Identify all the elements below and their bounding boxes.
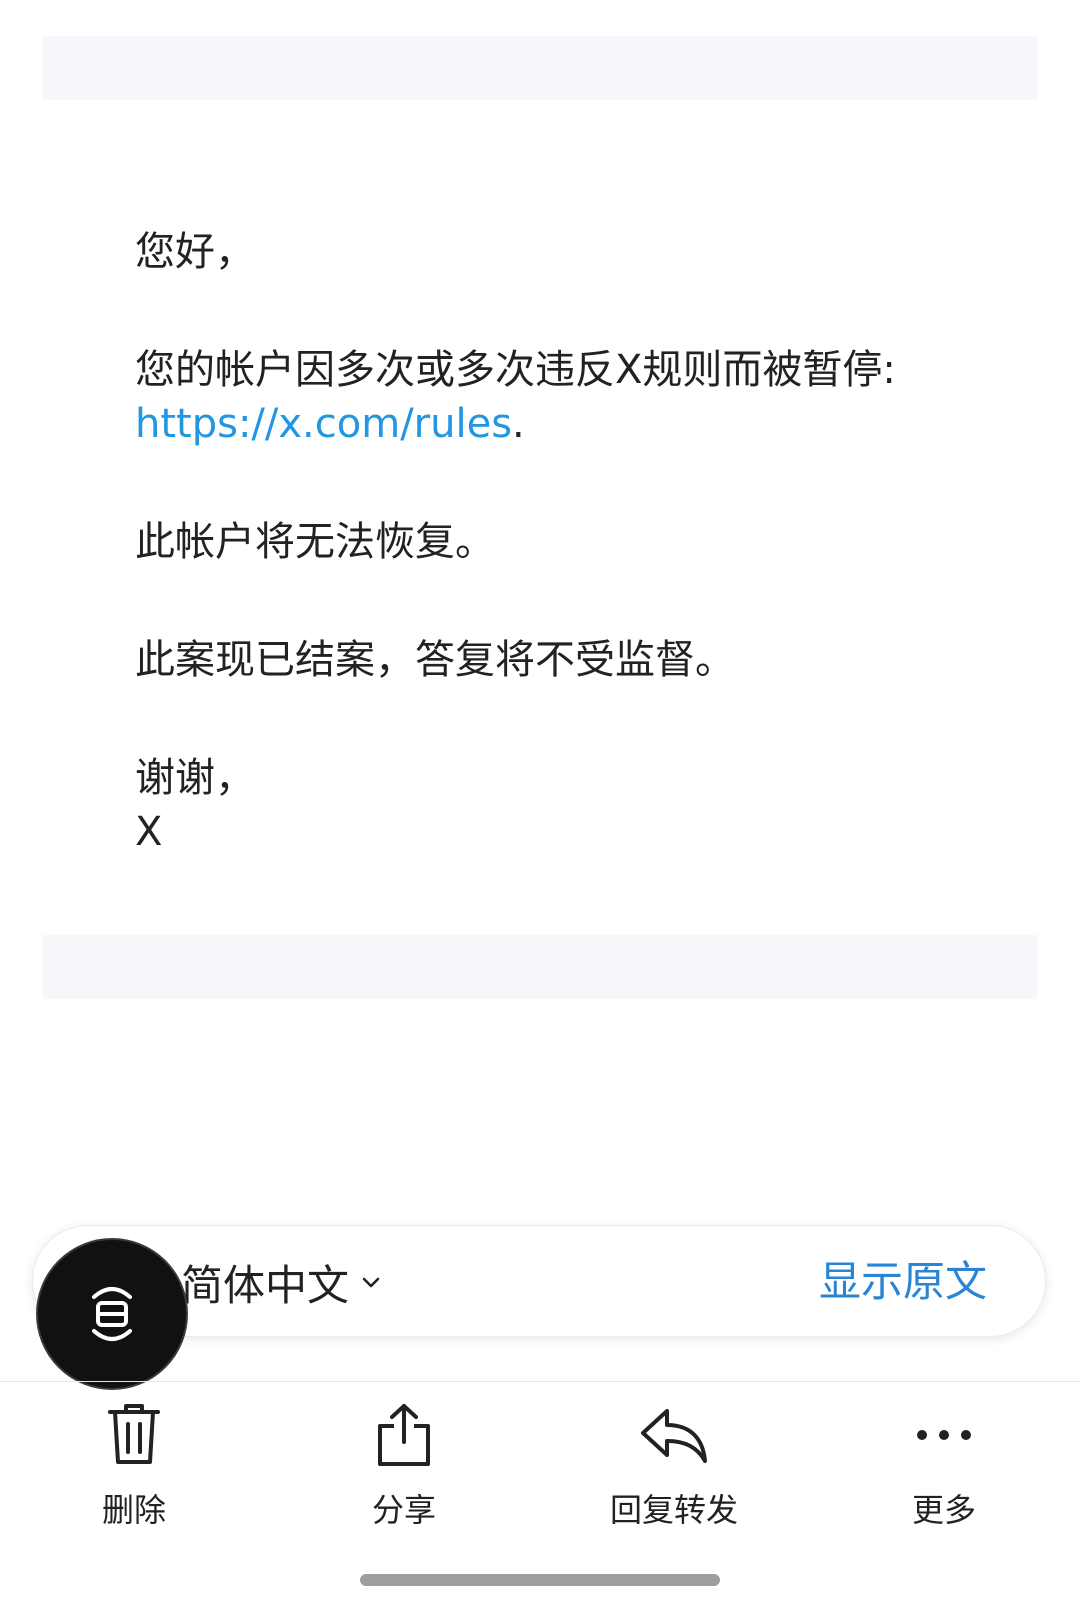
email-greeting: 您好， [135,229,255,275]
email-signoff: 谢谢， X [135,751,1005,859]
reply-icon [641,1409,707,1463]
email-notice: 您的帐户因多次或多次违反X规则而被暂停: https://x.com/rules… [135,343,1005,451]
delete-label: 删除 [101,1491,166,1529]
chevron-down-icon [362,1277,380,1288]
link-suffix: . [512,401,525,447]
more-label: 更多 [911,1491,976,1529]
notice-text: 您的帐户因多次或多次违反X规则而被暂停: [135,347,896,393]
language-label: 简体中文 [181,1260,350,1310]
footer-band [43,935,1037,999]
bottom-toolbar: 删除 分享 回复转发 更多 [0,1400,1080,1550]
email-body: 您好， 您的帐户因多次或多次违反X规则而被暂停: https://x.com/r… [135,225,1005,859]
home-indicator[interactable] [360,1574,720,1586]
delete-button[interactable]: 删除 [34,1400,234,1540]
more-dots-icon [917,1430,971,1440]
more-button[interactable]: 更多 [844,1400,1044,1540]
rules-link[interactable]: https://x.com/rules [135,401,512,447]
email-view: 您好， 您的帐户因多次或多次违反X规则而被暂停: https://x.com/r… [0,0,1080,1609]
signoff-text: 谢谢， [135,755,255,801]
trash-icon [108,1404,160,1464]
show-original-button[interactable]: 显示原文 [819,1252,987,1312]
floating-capture-button[interactable] [36,1238,188,1390]
language-selector[interactable]: 简体中文 [181,1252,383,1312]
toolbar-divider [0,1381,1080,1382]
reply-forward-label: 回复转发 [609,1491,738,1529]
sender-name: X [135,809,163,855]
reply-forward-button[interactable]: 回复转发 [574,1400,774,1540]
share-icon [378,1404,430,1466]
email-unrecoverable: 此帐户将无法恢复。 [135,519,495,565]
header-band [43,36,1037,100]
email-case-closed: 此案现已结案，答复将不受监督。 [135,637,735,683]
share-button[interactable]: 分享 [304,1400,504,1540]
share-label: 分享 [371,1491,436,1529]
screen-capture-icon [92,1287,132,1341]
